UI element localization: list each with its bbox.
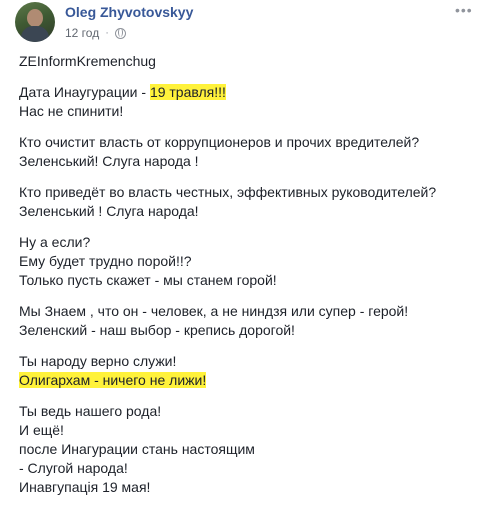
text-line: Кто очистит власть от коррупционеров и п… (19, 134, 420, 150)
paragraph: Ну а если? Ему будет трудно порой!!? Тол… (19, 233, 474, 290)
post-text: ZEInformKremenchug Дата Инаугурации - 19… (19, 52, 474, 509)
text-line: Инавгупація 19 мая! (19, 479, 151, 495)
avatar[interactable] (15, 2, 55, 42)
more-options-icon[interactable]: ••• (455, 2, 473, 18)
highlighted-text: 19 травля!!! (149, 84, 226, 100)
paragraph: Кто очистит власть от коррупционеров и п… (19, 133, 474, 171)
text-line: Зеленский - наш выбор - крепись дорогой! (19, 322, 295, 338)
text-line: Ну а если? (19, 234, 91, 250)
text-line: Мы Знаем , что он - человек, а не ниндзя… (19, 303, 409, 319)
text-line: Олигархам - ничего не лижи! (19, 371, 474, 390)
text-line: Кто приведёт во власть честных, эффектив… (19, 184, 437, 200)
paragraph: ZEInformKremenchug (19, 52, 474, 71)
text-segment: Дата Инаугурации - (19, 84, 150, 100)
globe-icon[interactable] (114, 27, 126, 39)
author-name[interactable]: Oleg Zhyvotovskyy (65, 4, 193, 20)
facebook-post: Oleg Zhyvotovskyy 12 год · ••• ZEInformK… (0, 0, 482, 495)
text-line: Зеленський! Слуга народа ! (19, 153, 199, 169)
text-line: Только пусть скажет - мы станем горой! (19, 272, 277, 288)
text-line: Зеленський ! Слуга народа! (19, 203, 199, 219)
paragraph: Кто приведёт во власть честных, эффектив… (19, 183, 474, 221)
paragraph: Мы Знаем , что он - человек, а не ниндзя… (19, 302, 474, 340)
post-meta: 12 год · (65, 26, 126, 40)
post-timestamp[interactable]: 12 год (65, 26, 99, 40)
text-line: - Слугой народа! (19, 460, 128, 476)
text-line: Дата Инаугурации - 19 травля!!! (19, 83, 474, 102)
text-line: И ещё! (19, 422, 64, 438)
meta-separator: · (105, 27, 109, 39)
avatar-head (27, 9, 43, 27)
text-line: ZEInformKremenchug (19, 53, 156, 69)
text-line: Ему будет трудно порой!!? (19, 253, 192, 269)
paragraph: Ты народу верно служи! Олигархам - ничег… (19, 352, 474, 390)
text-line: после Инагурации стань настоящим (19, 441, 255, 457)
paragraph: Дата Инаугурации - 19 травля!!! Нас не с… (19, 83, 474, 121)
avatar-body (21, 26, 49, 42)
text-line: Ты народу верно служи! (19, 353, 177, 369)
paragraph: Ты ведь нашего рода! И ещё! после Инагур… (19, 402, 474, 497)
text-line: Ты ведь нашего рода! (19, 403, 162, 419)
highlighted-text: Олигархам - ничего не лижи! (19, 372, 207, 388)
text-line: Нас не спинити! (19, 103, 124, 119)
